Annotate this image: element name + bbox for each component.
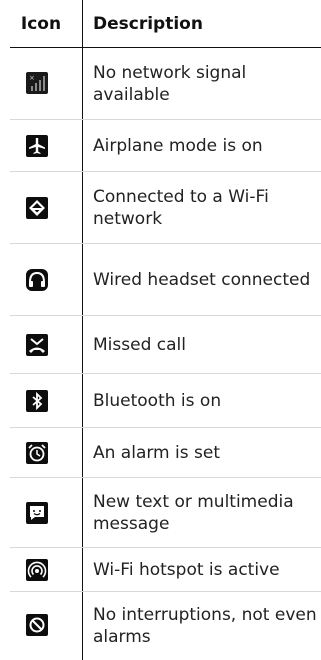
airplane-icon — [26, 135, 48, 157]
missed-call-icon — [26, 334, 48, 356]
table-header: Icon Description — [0, 0, 321, 48]
description-text: Airplane mode is on — [93, 136, 263, 156]
table-row: Bluetooth is on — [0, 374, 321, 428]
no-signal-icon: × — [26, 72, 48, 94]
message-icon — [26, 502, 48, 524]
alarm-icon — [26, 442, 48, 464]
table-row: No interruptions, not even alarms — [0, 592, 321, 660]
description-text: No interruptions, not even alarms — [93, 605, 317, 647]
description-text: Connected to a Wi-Fi network — [93, 187, 269, 229]
wifi-icon — [26, 197, 48, 219]
table-row: New text or multimedia message — [0, 478, 321, 548]
description-text: An alarm is set — [93, 443, 220, 463]
description-text: Missed call — [93, 335, 186, 355]
table-row: Airplane mode is on — [0, 120, 321, 172]
table-row: An alarm is set — [0, 428, 321, 478]
table-row: Wi-Fi hotspot is active — [0, 548, 321, 592]
headset-icon — [26, 269, 48, 291]
description-text: No network signal available — [93, 63, 247, 105]
hotspot-icon — [26, 559, 48, 581]
table-row: Connected to a Wi-Fi network — [0, 172, 321, 244]
description-text: New text or multimedia message — [93, 492, 294, 534]
header-icon: Icon — [20, 14, 62, 34]
table-row: Wired headset connected — [0, 244, 321, 316]
svg-text:×: × — [29, 74, 35, 82]
header-description: Description — [93, 14, 203, 34]
table-row: × No network signal available — [0, 48, 321, 120]
table-row: Missed call — [0, 316, 321, 374]
description-text: Wi-Fi hotspot is active — [93, 560, 280, 580]
no-interruptions-icon — [26, 614, 48, 636]
bluetooth-icon — [26, 390, 48, 412]
description-text: Bluetooth is on — [93, 391, 222, 411]
description-text: Wired headset connected — [93, 270, 311, 290]
